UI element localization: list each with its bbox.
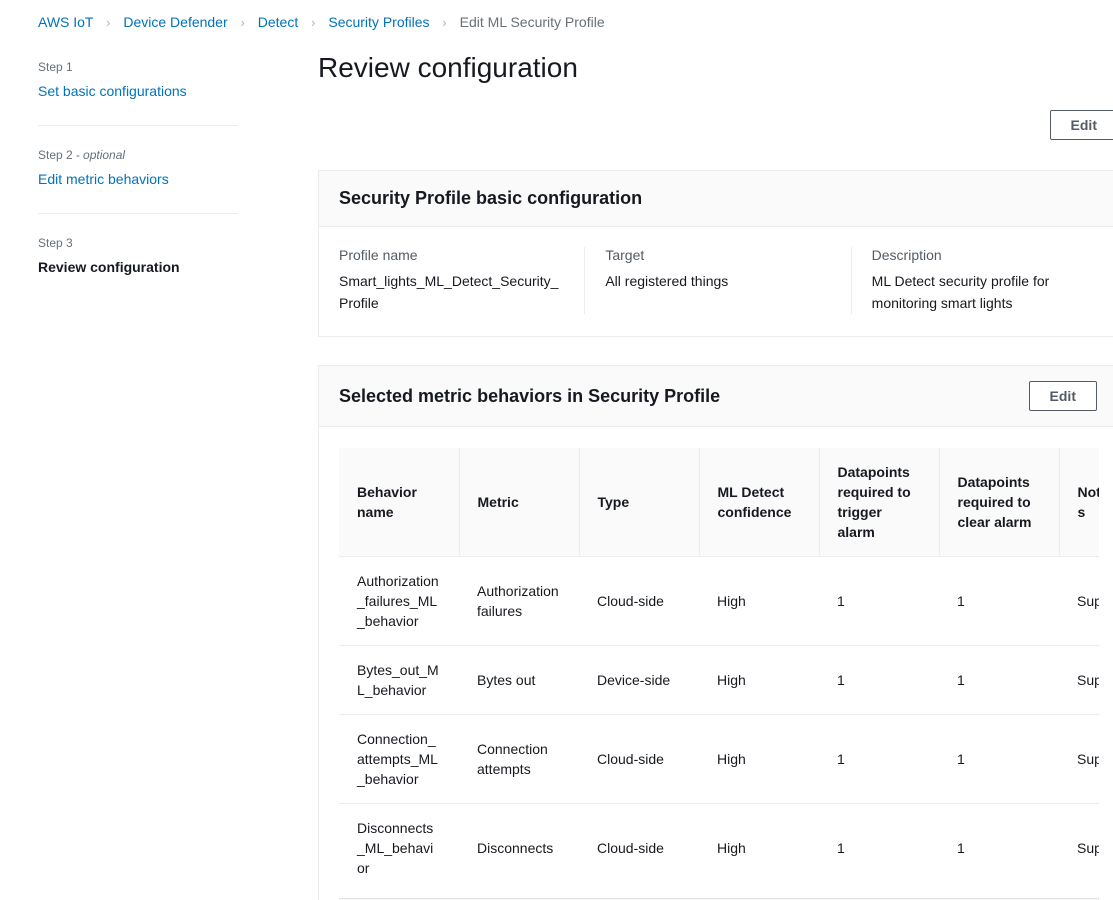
step-3-label: Step 3 — [38, 236, 238, 250]
step-2-label: Step 2- optional — [38, 148, 238, 162]
table-row: Disconnects_ML_behaviorDisconnectsCloud-… — [339, 804, 1099, 893]
breadcrumb-link-detect[interactable]: Detect — [258, 14, 298, 30]
table-cell: Device-side — [579, 646, 699, 715]
column-header: Notifications — [1059, 448, 1099, 557]
table-cell: 1 — [939, 804, 1059, 893]
table-cell: Bytes_out_ML_behavior — [339, 646, 459, 715]
step-group-1: Step 1 Set basic configurations — [38, 52, 238, 126]
page-layout: Step 1 Set basic configurations Step 2- … — [0, 40, 1113, 900]
column-header: Datapoints required to trigger alarm — [819, 448, 939, 557]
breadcrumb-separator-icon: › — [311, 15, 315, 30]
field-value: All registered things — [605, 270, 830, 292]
breadcrumb-separator-icon: › — [442, 15, 446, 30]
breadcrumb-current-page: Edit ML Security Profile — [460, 14, 605, 30]
table-cell: Suppressed — [1059, 646, 1099, 715]
behaviors-table-viewport: Behavior nameMetricTypeML Detect confide… — [339, 448, 1099, 898]
breadcrumb-link-aws-iot[interactable]: AWS IoT — [38, 14, 93, 30]
column-header: Type — [579, 448, 699, 557]
column-header: Metric — [459, 448, 579, 557]
field-label: Profile name — [339, 247, 564, 263]
edit-metric-behaviors-button[interactable]: Edit — [1029, 381, 1097, 411]
edit-basic-configuration-button[interactable]: Edit — [1050, 110, 1113, 140]
main-content: Review configuration Edit Security Profi… — [318, 40, 1113, 900]
basic-configuration-panel-header: Security Profile basic configuration — [319, 171, 1113, 227]
table-cell: Bytes out — [459, 646, 579, 715]
page-edit-row: Edit — [318, 110, 1113, 140]
breadcrumb-separator-icon: › — [241, 15, 245, 30]
behaviors-table: Behavior nameMetricTypeML Detect confide… — [339, 448, 1099, 892]
basic-configuration-panel-title: Security Profile basic configuration — [339, 188, 642, 209]
table-cell: Authorization failures — [459, 557, 579, 646]
table-cell: Cloud-side — [579, 715, 699, 804]
table-row: Bytes_out_ML_behaviorBytes outDevice-sid… — [339, 646, 1099, 715]
table-cell: High — [699, 715, 819, 804]
field-label: Description — [872, 247, 1097, 263]
table-cell: Suppressed — [1059, 715, 1099, 804]
table-cell: Suppressed — [1059, 804, 1099, 893]
step-group-3: Step 3 Review configuration — [38, 214, 238, 301]
step-1-label: Step 1 — [38, 60, 238, 74]
table-row: Authorization_failures_ML_behaviorAuthor… — [339, 557, 1099, 646]
table-cell: High — [699, 804, 819, 893]
column-header: ML Detect confidence — [699, 448, 819, 557]
table-cell: High — [699, 646, 819, 715]
column-header: Datapoints required to clear alarm — [939, 448, 1059, 557]
table-cell: High — [699, 557, 819, 646]
selected-metric-behaviors-panel: Selected metric behaviors in Security Pr… — [318, 365, 1113, 900]
basic-configuration-fields: Profile name Smart_lights_ML_Detect_Secu… — [319, 227, 1113, 336]
selected-metric-behaviors-panel-header: Selected metric behaviors in Security Pr… — [319, 366, 1113, 427]
selected-metric-behaviors-panel-title: Selected metric behaviors in Security Pr… — [339, 386, 720, 407]
column-header: Behavior name — [339, 448, 459, 557]
breadcrumb-link-device-defender[interactable]: Device Defender — [123, 14, 227, 30]
behaviors-table-area: Behavior nameMetricTypeML Detect confide… — [319, 427, 1113, 900]
field-target: Target All registered things — [584, 247, 850, 314]
table-cell: 1 — [819, 646, 939, 715]
field-label: Target — [605, 247, 830, 263]
table-cell: Cloud-side — [579, 557, 699, 646]
steps-sidebar: Step 1 Set basic configurations Step 2- … — [38, 40, 238, 301]
breadcrumb-link-security-profiles[interactable]: Security Profiles — [328, 14, 429, 30]
sidebar-item-edit-metric-behaviors[interactable]: Edit metric behaviors — [38, 171, 169, 187]
table-cell: Suppressed — [1059, 557, 1099, 646]
table-cell: 1 — [939, 715, 1059, 804]
table-row: Connection_attempts_ML_behaviorConnectio… — [339, 715, 1099, 804]
table-cell: Cloud-side — [579, 804, 699, 893]
table-cell: Connection_attempts_ML_behavior — [339, 715, 459, 804]
table-header-row: Behavior nameMetricTypeML Detect confide… — [339, 448, 1099, 557]
table-cell: 1 — [939, 557, 1059, 646]
sidebar-item-review-configuration: Review configuration — [38, 259, 180, 275]
page-title: Review configuration — [318, 52, 1113, 84]
breadcrumb-separator-icon: › — [106, 15, 110, 30]
field-profile-name: Profile name Smart_lights_ML_Detect_Secu… — [319, 247, 584, 314]
table-cell: 1 — [939, 646, 1059, 715]
table-cell: Authorization_failures_ML_behavior — [339, 557, 459, 646]
breadcrumb: AWS IoT › Device Defender › Detect › Sec… — [0, 0, 1113, 40]
table-cell: 1 — [819, 804, 939, 893]
sidebar-item-set-basic-configurations[interactable]: Set basic configurations — [38, 83, 187, 99]
step-group-2: Step 2- optional Edit metric behaviors — [38, 126, 238, 214]
table-cell: Disconnects_ML_behavior — [339, 804, 459, 893]
basic-configuration-panel: Security Profile basic configuration Pro… — [318, 170, 1113, 337]
table-cell: 1 — [819, 715, 939, 804]
field-value: ML Detect security profile for monitorin… — [872, 270, 1097, 314]
field-value: Smart_lights_ML_Detect_Security_Profile — [339, 270, 564, 314]
table-cell: Disconnects — [459, 804, 579, 893]
field-description: Description ML Detect security profile f… — [851, 247, 1113, 314]
table-cell: Connection attempts — [459, 715, 579, 804]
table-cell: 1 — [819, 557, 939, 646]
